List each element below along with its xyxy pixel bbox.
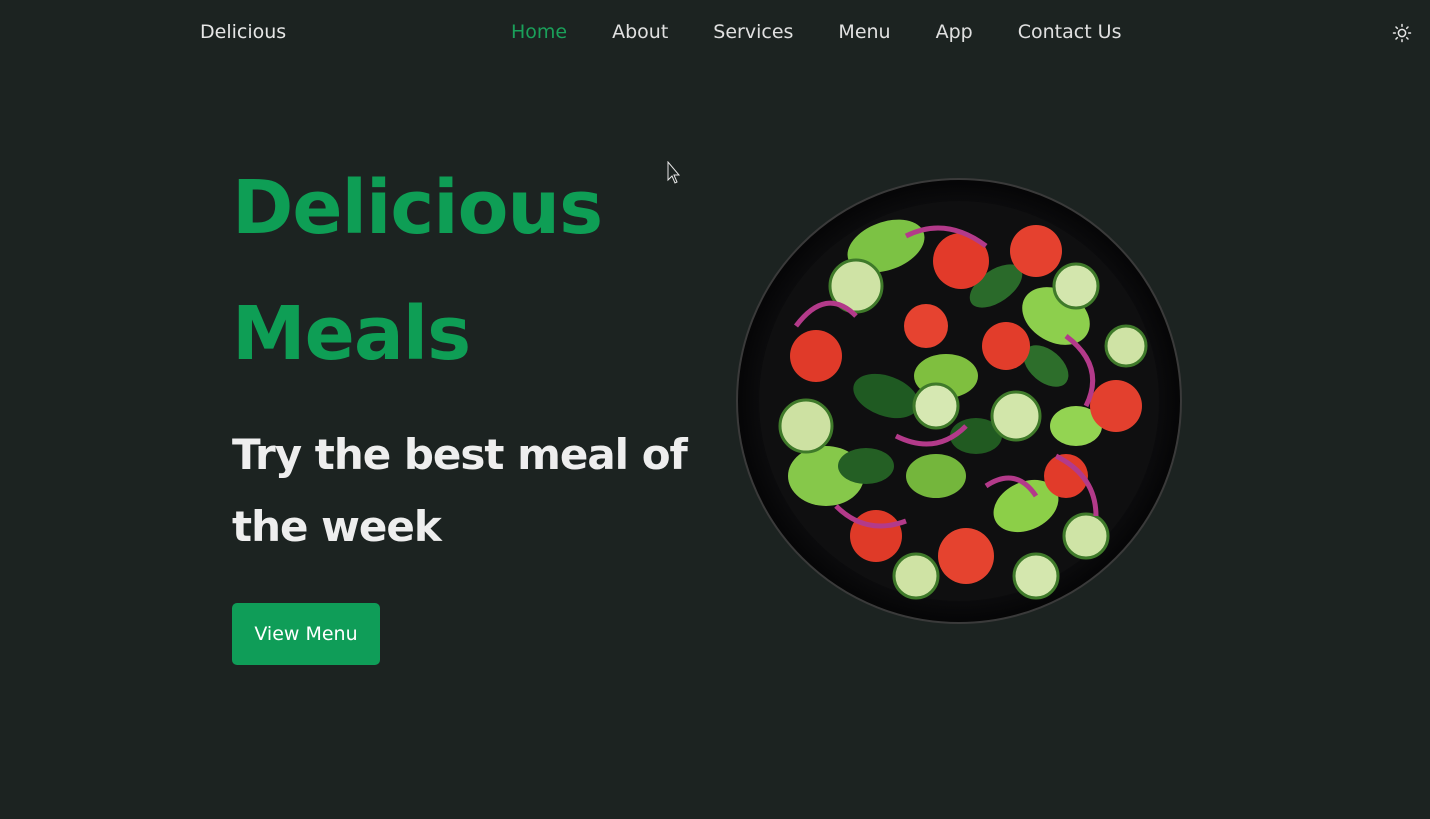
salad-bowl-illustration bbox=[736, 178, 1182, 624]
salad-bowl-image bbox=[736, 176, 1182, 626]
hero-title: Delicious Meals bbox=[232, 145, 712, 397]
nav-link-menu[interactable]: Menu bbox=[838, 18, 890, 46]
hero-title-line-2: Meals bbox=[232, 291, 471, 377]
nav-link-about[interactable]: About bbox=[612, 18, 668, 46]
main-nav: Home About Services Menu App Contact Us bbox=[511, 18, 1167, 46]
mouse-cursor-svg bbox=[667, 160, 681, 184]
navbar: Delicious Home About Services Menu App C… bbox=[0, 0, 1430, 64]
view-menu-button[interactable]: View Menu bbox=[232, 603, 380, 665]
mouse-cursor-icon bbox=[666, 160, 682, 185]
hero-subtitle: Try the best meal of the week bbox=[232, 430, 688, 551]
nav-link-services[interactable]: Services bbox=[713, 18, 793, 46]
hero-section: Delicious Meals Try the best meal of the… bbox=[232, 145, 712, 563]
nav-link-home[interactable]: Home bbox=[511, 18, 567, 46]
nav-link-app[interactable]: App bbox=[936, 18, 973, 46]
sun-icon-svg bbox=[1392, 23, 1412, 43]
sun-icon[interactable] bbox=[1392, 23, 1412, 43]
hero-title-line-1: Delicious bbox=[232, 165, 603, 251]
nav-link-contact[interactable]: Contact Us bbox=[1018, 18, 1122, 46]
site-logo[interactable]: Delicious bbox=[200, 18, 286, 46]
